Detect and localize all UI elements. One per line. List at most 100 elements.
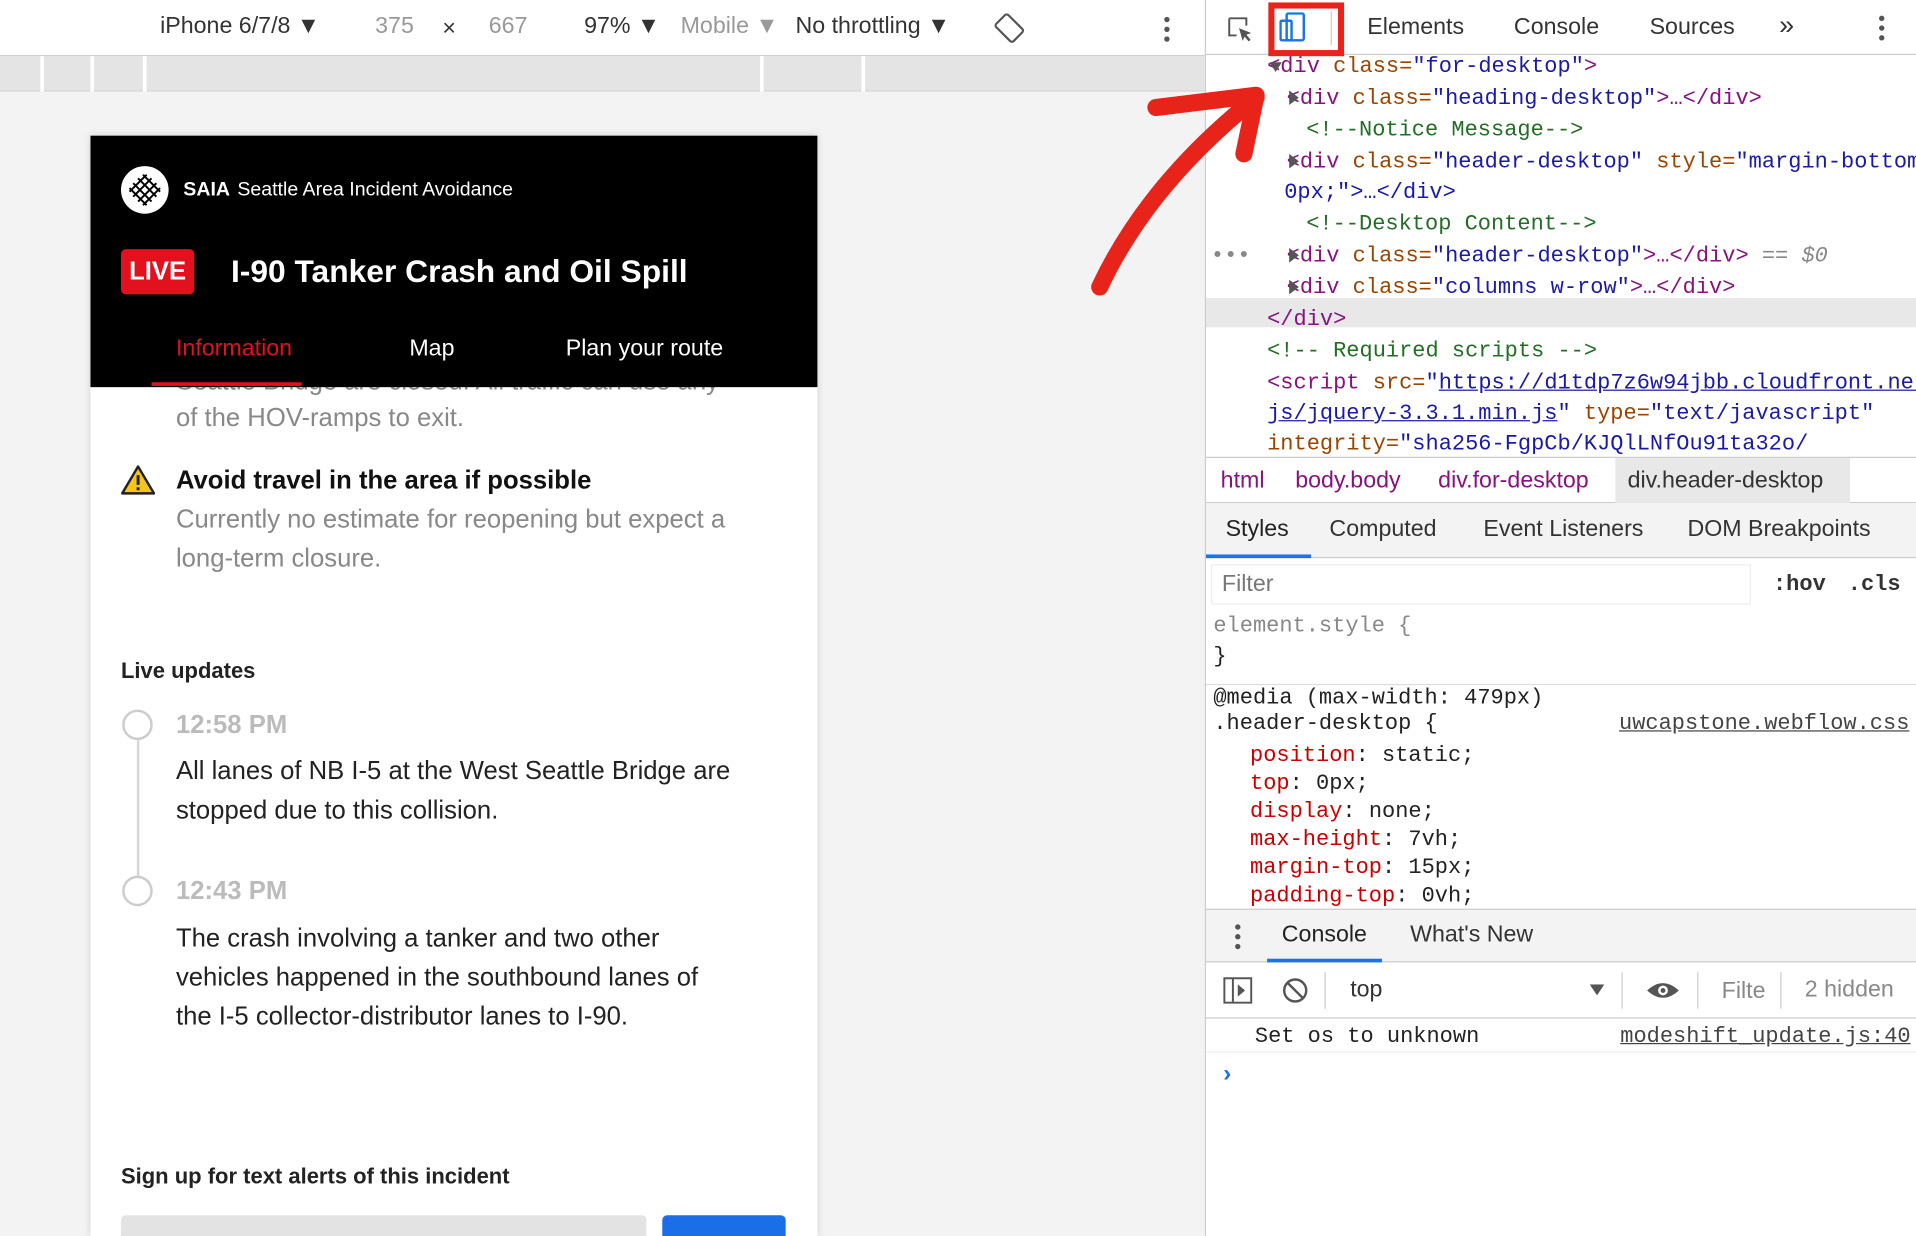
toolbar-divider [1324, 972, 1326, 1009]
breadcrumb: html body.body div.for-desktop div.heade… [1206, 456, 1916, 504]
hov-button[interactable]: :hov [1773, 573, 1826, 597]
update-time: 12:58 PM [175, 710, 288, 739]
css-property[interactable]: display: none; [1250, 799, 1435, 827]
styles-filter-input[interactable]: Filter [1210, 564, 1751, 605]
rotate-icon[interactable] [993, 12, 1025, 44]
update-text: All lanes of NB I-5 at the West Seattle … [175, 757, 731, 786]
tab-dom-breakpoints[interactable]: DOM Breakpoints [1687, 517, 1870, 544]
css-property[interactable]: padding-top: 0vh; [1250, 883, 1474, 908]
expanded-triangle-icon[interactable] [1269, 61, 1282, 73]
devtools-menu-icon[interactable] [1876, 13, 1888, 42]
dom-node[interactable]: <script src="https://d1tdp7z6w94jbb.clou… [1267, 368, 1916, 400]
update-time: 12:43 PM [175, 876, 288, 905]
update-text: stopped due to this collision. [175, 796, 499, 825]
warning-text-1: Currently no estimate for reopening but … [175, 505, 726, 534]
state-toggles: :hov .cls [1773, 573, 1901, 597]
height-input[interactable]: 667 [489, 13, 528, 40]
rule-close: } [1213, 644, 1227, 670]
dom-comment[interactable]: <!--Desktop Content--> [1306, 209, 1596, 241]
css-selector[interactable]: .header-desktop { [1213, 711, 1437, 739]
context-select[interactable]: top [1350, 977, 1382, 1004]
active-tab-underline [151, 382, 302, 386]
live-expression-eye-icon[interactable] [1646, 979, 1680, 1001]
drawer-tab-console[interactable]: Console [1282, 922, 1367, 949]
tab-styles[interactable]: Styles [1226, 517, 1289, 544]
console-source-link[interactable]: modeshift_update.js:40 [1620, 1025, 1910, 1049]
console-message-text: Set os to unknown [1254, 1024, 1480, 1050]
dom-node-continued[interactable]: 0px;">…</div> [1284, 177, 1456, 209]
breadcrumb-item[interactable]: body.body [1295, 468, 1400, 495]
dom-node[interactable]: <div class="heading-desktop">…</div> [1287, 83, 1762, 115]
update-text: The crash involving a tanker and two oth… [175, 924, 660, 953]
page-title: I-90 Tanker Crash and Oil Spill [230, 252, 688, 290]
stylesheet-link[interactable]: uwcapstone.webflow.css [1619, 711, 1909, 739]
brand-abbr: SAIA [183, 179, 231, 201]
tab-computed[interactable]: Computed [1329, 517, 1436, 544]
drawer-tab-whats-new[interactable]: What's New [1410, 922, 1533, 949]
css-property[interactable]: top: 0px; [1250, 771, 1369, 799]
tab-sources[interactable]: Sources [1650, 15, 1735, 42]
styles-tabbar: Styles Computed Event Listeners DOM Brea… [1206, 503, 1916, 559]
tab-elements[interactable]: Elements [1367, 15, 1464, 42]
element-style-rule[interactable]: element.style { [1213, 613, 1411, 641]
toolbar-divider [1780, 972, 1782, 1009]
dom-node[interactable]: <div class="header-desktop" style="margi… [1287, 147, 1916, 179]
collapsed-triangle-icon[interactable] [1289, 90, 1299, 106]
update-text: vehicles happened in the southbound lane… [175, 963, 699, 992]
hidden-messages-count[interactable]: 2 hidden [1805, 977, 1894, 1004]
saia-logo-icon[interactable] [120, 166, 169, 214]
throttling-select[interactable]: No throttling ▼ [795, 13, 950, 40]
red-arrow-annotation [1091, 86, 1265, 296]
tab-console[interactable]: Console [1514, 15, 1599, 42]
dom-node-continued[interactable]: js/jquery-3.3.1.min.js" type="text/javas… [1267, 398, 1874, 430]
console-prompt[interactable]: › [1223, 1060, 1231, 1088]
collapsed-triangle-icon[interactable] [1289, 247, 1299, 263]
cls-button[interactable]: .cls [1848, 573, 1901, 597]
css-property[interactable]: max-height: 7vh; [1250, 827, 1461, 855]
mode-select[interactable]: Mobile ▼ [681, 13, 779, 40]
update-text: the I-5 collector-distributor lanes to I… [175, 1002, 629, 1031]
drawer-menu-icon[interactable] [1233, 922, 1243, 951]
collapsed-triangle-icon[interactable] [1289, 153, 1299, 169]
tab-event-listeners[interactable]: Event Listeners [1483, 517, 1643, 544]
dom-node[interactable]: <div class="columns w-row">…</div> [1287, 272, 1736, 304]
more-options-icon[interactable] [1161, 15, 1173, 44]
dom-comment[interactable]: <!-- Required scripts --> [1267, 336, 1597, 368]
console-filter-input[interactable]: Filte [1722, 978, 1766, 1005]
sidebar-toggle-icon[interactable] [1223, 977, 1253, 1004]
toolbar-divider [1621, 972, 1623, 1009]
phone-input[interactable] [120, 1215, 647, 1236]
tab-plan-route[interactable]: Plan your route [566, 336, 723, 363]
timeline-dot [122, 709, 153, 741]
more-tabs-icon[interactable]: » [1779, 10, 1794, 42]
tab-map[interactable]: Map [409, 336, 454, 363]
device-viewport: Seattle Bridge are closed. All traffic c… [90, 135, 818, 1236]
clear-console-icon[interactable] [1282, 977, 1309, 1004]
highlight-box-annotation [1268, 2, 1345, 57]
brand-text: SAIA Seattle Area Incident Avoidance [183, 180, 513, 202]
breadcrumb-item-selected[interactable]: div.header-desktop [1628, 468, 1824, 495]
zoom-select[interactable]: 97% ▼ [584, 13, 660, 40]
collapsed-triangle-icon[interactable] [1289, 279, 1299, 295]
css-property[interactable]: margin-top: 15px; [1250, 855, 1474, 883]
screenshot: iPhone 6/7/8 ▼ 375 × 667 97% ▼ Mobile ▼ … [0, 0, 1916, 1236]
signup-button[interactable] [662, 1215, 786, 1236]
timeline-dot [122, 875, 153, 907]
media-query: @media (max-width: 479px) [1213, 686, 1544, 711]
dom-node[interactable]: <div class="for-desktop"> [1267, 56, 1597, 83]
console-message: Set os to unknown modeshift_update.js:40 [1206, 1021, 1916, 1053]
brand-name: Seattle Area Incident Avoidance [237, 179, 514, 201]
device-select[interactable]: iPhone 6/7/8 ▼ [160, 13, 320, 40]
dom-comment[interactable]: <!--Notice Message--> [1306, 115, 1583, 147]
dom-node-close[interactable]: </div> [1267, 304, 1346, 336]
media-query-ruler[interactable] [0, 56, 1205, 92]
css-property[interactable]: position: static; [1250, 743, 1474, 771]
inspect-element-icon[interactable] [1226, 15, 1255, 44]
dropdown-arrow-icon[interactable] [1589, 984, 1605, 996]
breadcrumb-item[interactable]: html [1221, 468, 1265, 495]
breadcrumb-item[interactable]: div.for-desktop [1438, 468, 1589, 495]
dom-node-selected[interactable]: <div class="header-desktop">…</div> == $… [1287, 241, 1828, 273]
width-input[interactable]: 375 [375, 13, 414, 40]
dom-node-continued[interactable]: integrity="sha256-FgpCb/KJQlLNfOu91ta32o… [1267, 429, 1808, 455]
tab-information[interactable]: Information [176, 336, 292, 363]
